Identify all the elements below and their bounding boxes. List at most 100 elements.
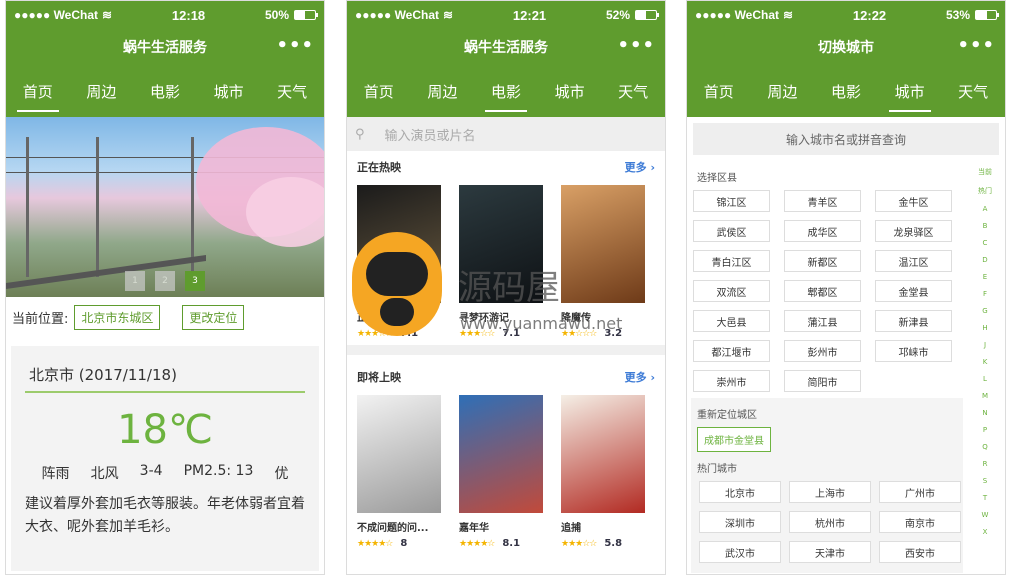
hot-city-item[interactable]: 天津市	[789, 541, 871, 563]
tab-nearby[interactable]: 周边	[421, 67, 463, 116]
district-item[interactable]: 双流区	[693, 280, 770, 302]
district-item[interactable]: 新津县	[875, 310, 952, 332]
index-letter[interactable]: A	[983, 205, 988, 213]
status-time: 12:21	[512, 7, 547, 23]
district-item[interactable]: 锦江区	[693, 190, 770, 212]
district-item[interactable]: 简阳市	[784, 370, 861, 392]
district-item[interactable]: 蒲江县	[784, 310, 861, 332]
hot-city-item[interactable]: 深圳市	[699, 511, 781, 533]
alphabet-index: 当前热门 A B C D E F G H J K L M N P Q R S T W X	[967, 161, 1003, 573]
tab-nearby[interactable]: 周边	[80, 67, 122, 116]
index-letter[interactable]: 当前	[978, 167, 992, 177]
index-letter[interactable]: B	[983, 222, 988, 230]
district-item[interactable]: 青白江区	[693, 250, 770, 272]
district-item[interactable]: 成华区	[784, 220, 861, 242]
coming-soon-section: 即将上映 更多 › 不成问题的问... ★★★★☆ 8 嘉年华 ★★★★☆ 8.1 追…	[347, 361, 665, 549]
district-item[interactable]: 崇州市	[693, 370, 770, 392]
city-search-input[interactable]: 输入城市名或拼音查询	[693, 123, 999, 155]
index-letter[interactable]: L	[983, 375, 987, 383]
phone-city: ●●●●● WeChat ≋ 12:22 53% 切换城市 ••• 首页 周边 电…	[686, 0, 1006, 575]
index-letter[interactable]: K	[983, 358, 988, 366]
tab-movie[interactable]: 电影	[484, 67, 527, 116]
index-letter[interactable]: G	[982, 307, 987, 315]
hot-city-item[interactable]: 北京市	[699, 481, 781, 503]
index-letter[interactable]: X	[983, 528, 988, 536]
tab-nearby[interactable]: 周边	[761, 67, 803, 116]
district-item[interactable]: 龙泉驿区	[875, 220, 952, 242]
hot-city-item[interactable]: 武汉市	[699, 541, 781, 563]
movie-card[interactable]: 嘉年华 ★★★★☆ 8.1	[459, 395, 543, 549]
district-item[interactable]: 都江堰市	[693, 340, 770, 362]
hot-city-item[interactable]: 南京市	[879, 511, 961, 533]
tab-weather[interactable]: 天气	[952, 67, 994, 116]
tab-home[interactable]: 首页	[16, 67, 59, 116]
relocate-button[interactable]: 更改定位	[182, 305, 245, 330]
movie-stars: ★★★★☆	[357, 538, 393, 549]
index-letter[interactable]: C	[983, 239, 988, 247]
tab-movie[interactable]: 电影	[144, 67, 186, 116]
index-letter[interactable]: P	[983, 426, 987, 434]
index-letter[interactable]: R	[983, 460, 988, 468]
district-item[interactable]: 青羊区	[784, 190, 861, 212]
hot-city-item[interactable]: 上海市	[789, 481, 871, 503]
district-item[interactable]: 邛崃市	[875, 340, 952, 362]
tab-city[interactable]: 城市	[208, 67, 250, 116]
movie-search[interactable]: ⚲ 输入演员或片名	[347, 117, 665, 151]
movie-card[interactable]: 不成问题的问... ★★★★☆ 8	[357, 395, 441, 549]
relocate-city-button[interactable]: 成都市金堂县	[697, 427, 771, 452]
district-item[interactable]: 郫都区	[784, 280, 861, 302]
district-label: 选择区县	[697, 173, 737, 184]
tab-city[interactable]: 城市	[549, 67, 591, 116]
movie-score: 8.1	[502, 538, 521, 549]
weather-card: 北京市 (2017/11/18) 18℃ 阵雨 北风 3-4 PM2.5: 13…	[11, 346, 319, 571]
more-icon[interactable]: •••	[276, 37, 314, 55]
tab-home[interactable]: 首页	[358, 67, 400, 116]
movie-poster	[459, 185, 543, 303]
index-letter[interactable]: E	[983, 273, 987, 281]
movie-card[interactable]: 正义联盟 ★★★☆☆ 7.1	[357, 185, 441, 339]
movie-stars: ★★★★☆	[459, 538, 495, 549]
tab-movie[interactable]: 电影	[825, 67, 867, 116]
tab-city[interactable]: 城市	[888, 67, 931, 116]
index-letter[interactable]: Q	[982, 443, 988, 451]
banner-carousel[interactable]: 1 2 3	[6, 117, 324, 297]
district-item[interactable]: 武侯区	[693, 220, 770, 242]
now-showing-more-link[interactable]: 更多 ›	[625, 159, 655, 175]
pager-dot-active[interactable]: 3	[185, 271, 205, 291]
district-item[interactable]: 金牛区	[875, 190, 952, 212]
tab-home[interactable]: 首页	[698, 67, 740, 116]
index-letter[interactable]: T	[983, 494, 987, 502]
carrier: ●●●●● WeChat	[695, 8, 780, 22]
index-letter[interactable]: S	[983, 477, 987, 485]
index-letter[interactable]: D	[982, 256, 987, 264]
pager-dot[interactable]: 1	[125, 271, 145, 291]
index-letter[interactable]: N	[982, 409, 987, 417]
district-item[interactable]: 大邑县	[693, 310, 770, 332]
district-item[interactable]: 温江区	[875, 250, 952, 272]
index-letter[interactable]: J	[984, 341, 986, 349]
more-icon[interactable]: •••	[957, 37, 995, 55]
district-item[interactable]: 新都区	[784, 250, 861, 272]
hot-city-item[interactable]: 杭州市	[789, 511, 871, 533]
district-grid: 锦江区 青羊区 金牛区武侯区 成华区 龙泉驿区青白江区 新都区 温江区双流区 郫都区 金堂县大邑…	[691, 190, 963, 392]
hot-city-item[interactable]: 西安市	[879, 541, 961, 563]
index-letter[interactable]: 热门	[978, 186, 992, 196]
movie-card[interactable]: 追捕 ★★★☆☆ 5.8	[561, 395, 645, 549]
movie-name: 追捕	[561, 523, 581, 534]
title-bar: 切换城市 •••	[687, 29, 1005, 65]
index-letter[interactable]: W	[982, 511, 989, 519]
tab-weather[interactable]: 天气	[612, 67, 654, 116]
tab-weather[interactable]: 天气	[271, 67, 313, 116]
index-letter[interactable]: M	[982, 392, 988, 400]
divider	[347, 345, 665, 355]
pager-dot[interactable]: 2	[155, 271, 175, 291]
index-letter[interactable]: F	[983, 290, 987, 298]
hot-city-item[interactable]: 广州市	[879, 481, 961, 503]
now-showing-section: 正在热映 更多 › 正义联盟 ★★★☆☆ 7.1 寻梦环游记 ★★★☆☆ 7.1 降魔…	[347, 151, 665, 339]
more-icon[interactable]: •••	[617, 37, 655, 55]
search-icon: ⚲	[355, 126, 365, 142]
district-item[interactable]: 金堂县	[875, 280, 952, 302]
district-item[interactable]: 彭州市	[784, 340, 861, 362]
coming-soon-more-link[interactable]: 更多 ›	[625, 369, 655, 385]
index-letter[interactable]: H	[982, 324, 987, 332]
